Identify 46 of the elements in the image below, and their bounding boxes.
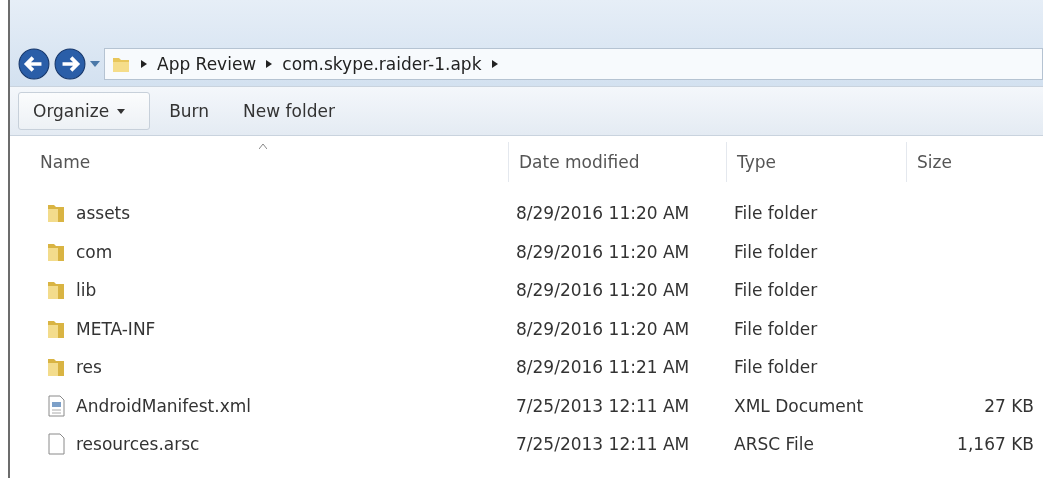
folder-icon <box>46 356 66 379</box>
file-type: ARSC File <box>734 434 814 455</box>
toolbar-button[interactable]: Burn <box>154 94 225 128</box>
breadcrumb-item[interactable]: com.skype.raider-1.apk <box>282 54 482 74</box>
file-size: 27 KB <box>984 395 1034 416</box>
file-type: File folder <box>734 203 818 224</box>
sort-caret-icon <box>259 144 267 149</box>
file-name[interactable]: resources.arsc <box>76 434 200 455</box>
date-modified: 8/29/2016 11:21 AM <box>516 357 690 378</box>
caret-icon <box>117 108 126 114</box>
file-name[interactable]: res <box>76 357 102 378</box>
document-icon <box>46 394 66 417</box>
back-button[interactable] <box>18 48 50 80</box>
history-dropdown-icon[interactable] <box>90 61 100 67</box>
file-name[interactable]: assets <box>76 203 131 224</box>
date-modified: 8/29/2016 11:20 AM <box>516 203 690 224</box>
file-type: File folder <box>734 241 818 262</box>
column-header[interactable]: Date modified <box>508 142 726 182</box>
toolbar-button[interactable]: Organize <box>18 92 151 130</box>
date-modified: 8/29/2016 11:20 AM <box>516 241 690 262</box>
folder-icon <box>46 202 66 225</box>
forward-button[interactable] <box>54 48 86 80</box>
toolbar-button[interactable]: New folder <box>228 94 350 128</box>
breadcrumb-item[interactable]: App Review <box>157 54 257 74</box>
file-type: File folder <box>734 357 818 378</box>
chevron-icon <box>491 60 498 68</box>
file-type: XML Document <box>734 395 864 416</box>
chevron-icon <box>141 60 147 68</box>
column-header[interactable]: Type <box>726 142 906 182</box>
file-type: File folder <box>734 318 818 339</box>
file-type: File folder <box>734 280 818 301</box>
folder-icon <box>46 279 66 302</box>
date-modified: 8/29/2016 11:20 AM <box>516 318 690 339</box>
chevron-icon <box>266 60 273 68</box>
file-size: 1,167 KB <box>957 434 1034 455</box>
file-name[interactable]: com <box>76 241 113 262</box>
date-modified: 8/29/2016 11:20 AM <box>516 280 690 301</box>
file-name[interactable]: AndroidManifest.xml <box>76 395 252 416</box>
file-icon <box>46 433 66 456</box>
address-bar[interactable]: App Review com.skype.raider-1.apk <box>104 48 1043 80</box>
file-name[interactable]: META-INF <box>76 318 156 339</box>
column-header[interactable]: Size <box>906 142 1036 182</box>
file-name[interactable]: lib <box>76 280 97 301</box>
date-modified: 7/25/2013 12:11 AM <box>516 395 690 416</box>
column-header[interactable]: Name <box>10 142 508 182</box>
date-modified: 7/25/2013 12:11 AM <box>516 434 690 455</box>
